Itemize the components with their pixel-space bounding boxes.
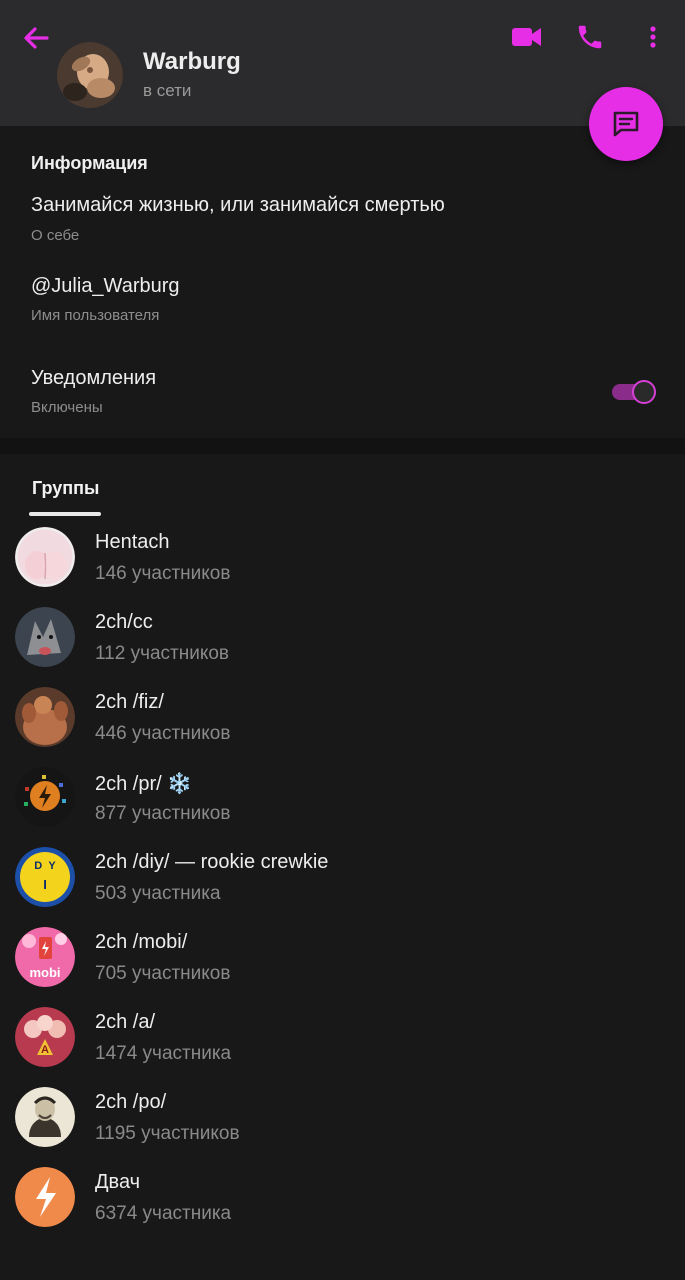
notifications-toggle[interactable]	[612, 380, 657, 404]
video-call-button[interactable]	[510, 22, 544, 57]
list-item[interactable]: 2ch /po/ 1195 участников	[0, 1087, 685, 1167]
list-item[interactable]: 2ch /fiz/ 446 участников	[0, 687, 685, 767]
profile-avatar[interactable]	[57, 42, 123, 108]
group-members: 503 участника	[95, 883, 221, 904]
group-name: 2ch/cc	[95, 611, 153, 633]
group-members: 146 участников	[95, 563, 231, 584]
list-item[interactable]: A 2ch /a/ 1474 участника	[0, 1007, 685, 1087]
back-button[interactable]	[18, 20, 54, 56]
group-name: 2ch /a/	[95, 1011, 156, 1033]
group-avatar	[15, 1167, 75, 1227]
group-avatar	[15, 607, 75, 667]
tab-groups[interactable]: Группы	[32, 478, 99, 499]
send-message-fab[interactable]	[589, 87, 663, 161]
app-bar: Warburg в сети	[0, 0, 685, 126]
online-status: в сети	[143, 81, 192, 100]
group-members: 1474 участника	[95, 1043, 232, 1064]
list-item[interactable]: D Y I 2ch /diy/ — rookie crewkie 503 уча…	[0, 847, 685, 927]
notifications-label[interactable]: Уведомления	[31, 367, 156, 390]
username-text[interactable]: @Julia_Warburg	[31, 275, 180, 298]
svg-text:D Y: D Y	[34, 860, 56, 872]
group-name: 2ch /pr/ ❄️	[95, 773, 193, 795]
list-item[interactable]: 2ch /pr/ ❄️ 877 участников	[0, 767, 685, 847]
more-options-button[interactable]	[641, 22, 665, 57]
group-avatar-image: mobi	[15, 927, 75, 987]
group-members: 6374 участника	[95, 1203, 232, 1224]
group-avatar: D Y I	[15, 847, 75, 907]
tab-indicator	[29, 512, 101, 516]
profile-photo	[57, 42, 123, 108]
video-camera-icon	[512, 28, 541, 46]
bio-text[interactable]: Занимайся жизнью, или занимайся смертью	[31, 194, 445, 217]
group-avatar-image	[15, 767, 75, 827]
group-avatar-image	[15, 607, 75, 667]
arrow-left-icon	[24, 27, 49, 49]
more-vert-icon	[650, 26, 656, 48]
group-name: 2ch /fiz/	[95, 691, 164, 713]
group-avatar	[15, 687, 75, 747]
list-item[interactable]: Hentach 146 участников	[0, 527, 685, 607]
group-avatar	[15, 1087, 75, 1147]
group-avatar: A	[15, 1007, 75, 1067]
group-members: 112 участников	[95, 643, 230, 664]
list-item[interactable]: mobi 2ch /mobi/ 705 участников	[0, 927, 685, 1007]
message-icon	[613, 111, 639, 137]
contact-name: Warburg	[143, 48, 241, 75]
section-divider	[0, 438, 685, 454]
group-avatar-image: A	[15, 1007, 75, 1067]
group-members: 1195 участников	[95, 1123, 240, 1144]
svg-text:mobi: mobi	[29, 965, 60, 980]
svg-text:A: A	[41, 1044, 49, 1056]
group-members: 446 участников	[95, 723, 231, 744]
group-avatar: mobi	[15, 927, 75, 987]
group-avatar-image	[15, 527, 75, 587]
group-avatar-image	[15, 1167, 75, 1227]
group-avatar-image	[15, 1087, 75, 1147]
group-name: 2ch /diy/ — rookie crewkie	[95, 851, 329, 873]
group-name: 2ch /po/	[95, 1091, 167, 1113]
group-name: 2ch /mobi/	[95, 931, 188, 953]
group-name: Hentach	[95, 531, 170, 553]
voice-call-button[interactable]	[575, 22, 605, 57]
list-item[interactable]: Двач 6374 участника	[0, 1167, 685, 1247]
notifications-state: Включены	[31, 399, 103, 416]
toggle-thumb	[632, 380, 656, 404]
list-item[interactable]: 2ch/cc 112 участников	[0, 607, 685, 687]
group-name: Двач	[95, 1171, 141, 1193]
group-avatar	[15, 527, 75, 587]
bio-label: О себе	[31, 227, 80, 244]
group-avatar-image	[15, 687, 75, 747]
group-avatar	[15, 767, 75, 827]
group-avatar-image: D Y I	[15, 847, 75, 907]
svg-text:I: I	[43, 877, 47, 892]
group-members: 877 участников	[95, 803, 231, 824]
group-members: 705 участников	[95, 963, 231, 984]
username-label: Имя пользователя	[31, 307, 160, 324]
info-section-title: Информация	[31, 153, 148, 173]
phone-icon	[578, 25, 602, 49]
